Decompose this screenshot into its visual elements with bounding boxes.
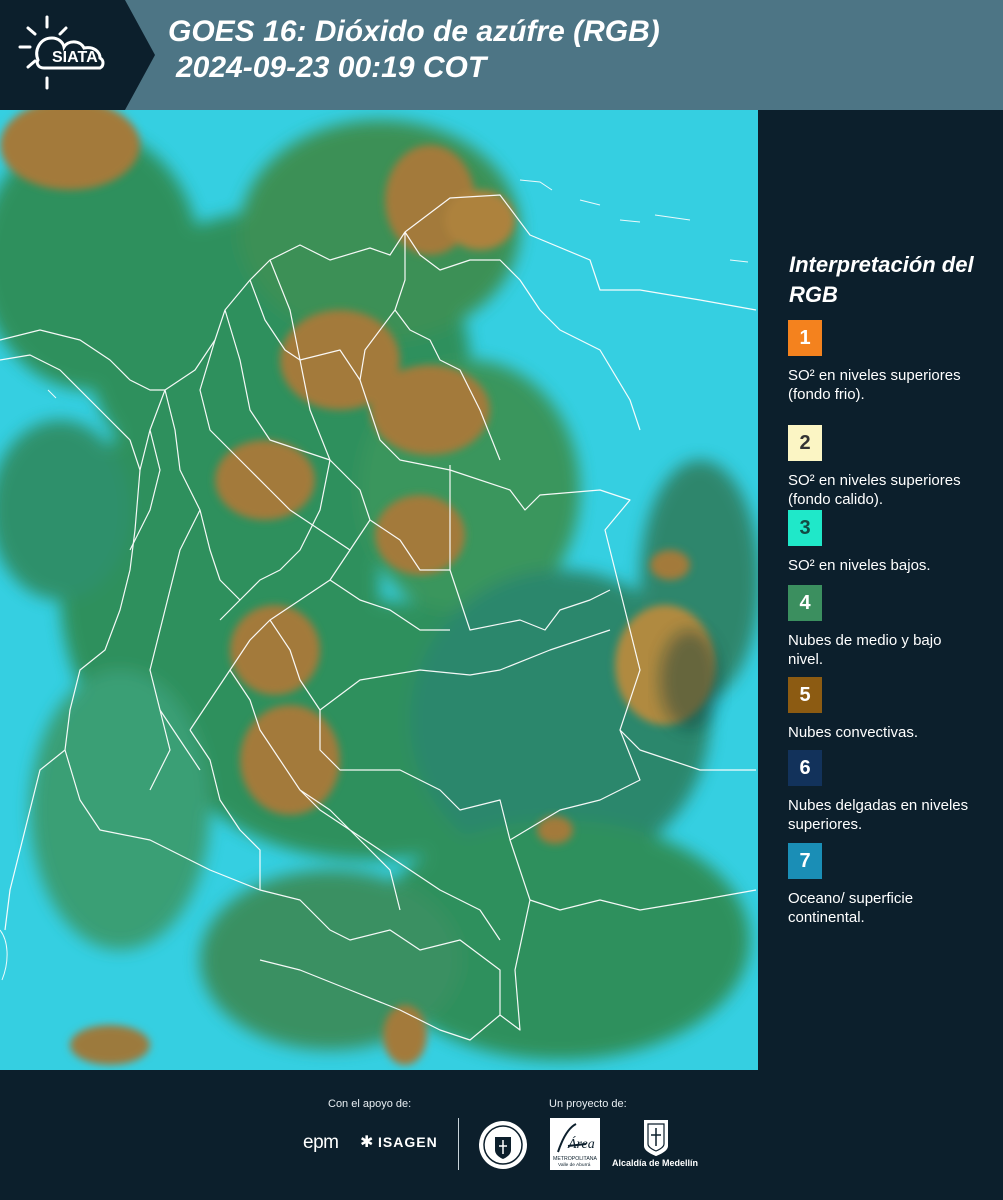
siata-logo[interactable]: SIATA (0, 0, 155, 110)
legend-label: SO² en niveles superiores (fondo frio). (788, 367, 961, 403)
legend-label: SO² en niveles bajos. (788, 557, 931, 574)
page-title: GOES 16: Dióxido de azúfre (RGB) (168, 15, 660, 48)
legend-swatch: 2 (788, 425, 822, 461)
legend-item-7: 7 Oceano/ superficie continental. (788, 843, 993, 927)
satellite-map[interactable] (0, 110, 758, 1070)
footer-divider (458, 1118, 459, 1170)
legend-label: Nubes de medio y bajo nivel. (788, 632, 942, 668)
legend-item-4: 4 Nubes de medio y bajo nivel. (788, 585, 993, 669)
legend-title: Interpretación del RGB (789, 252, 974, 307)
legend-swatch: 4 (788, 585, 822, 621)
area-logo-text: Área (567, 1135, 595, 1152)
legend-label: SO² en niveles superiores (fondo calido)… (788, 472, 961, 508)
legend-swatch: 6 (788, 750, 822, 786)
alcaldia-label: Alcaldía de Medellín (612, 1158, 699, 1168)
isagen-mark-icon: ✱ (360, 1134, 374, 1151)
legend-item-6: 6 Nubes delgadas en niveles superiores. (788, 750, 993, 834)
legend-swatch: 1 (788, 320, 822, 356)
legend-label: Nubes delgadas en niveles superiores. (788, 797, 969, 833)
project-caption: Un proyecto de: (549, 1098, 627, 1110)
area-metropolitana-logo[interactable]: Área METROPOLITANA Valle de Aburrá (550, 1118, 600, 1175)
area-logo-subtext: METROPOLITANA (553, 1156, 598, 1162)
legend-swatch: 5 (788, 677, 822, 713)
legend-label: Oceano/ superficie continental. (788, 890, 914, 926)
epm-logo[interactable]: epm (303, 1132, 339, 1154)
siata-logo-text: SIATA (52, 49, 98, 66)
legend-item-1: 1 SO² en niveles superiores (fondo frio). (788, 320, 993, 404)
area-logo-subtext2: Valle de Aburrá (558, 1162, 591, 1168)
legend-swatch: 7 (788, 843, 822, 879)
legend-label: Nubes convectivas. (788, 724, 919, 741)
support-caption: Con el apoyo de: (328, 1098, 412, 1110)
alcaldia-shield-icon[interactable] (612, 1118, 700, 1163)
image-datetime: 2024-09-23 00:19 COT (176, 51, 487, 84)
legend-item-2: 2 SO² en niveles superiores (fondo calido… (788, 425, 993, 509)
legend-swatch: 3 (788, 510, 822, 546)
legend-item-5: 5 Nubes convectivas. (788, 677, 993, 742)
legend-item-3: 3 SO² en niveles bajos. (788, 510, 993, 575)
isagen-logo[interactable]: ISAGEN (378, 1134, 438, 1150)
rgb-legend: Interpretación del RGB 1 SO² en niveles s… (770, 110, 1000, 1070)
medellin-seal-icon[interactable] (478, 1120, 528, 1175)
footer: Con el apoyo de: Un proyecto de: epm ✱ I… (0, 1070, 1003, 1200)
header-bar: SIATA GOES 16: Dióxido de azúfre (RGB) 2… (0, 0, 1003, 110)
